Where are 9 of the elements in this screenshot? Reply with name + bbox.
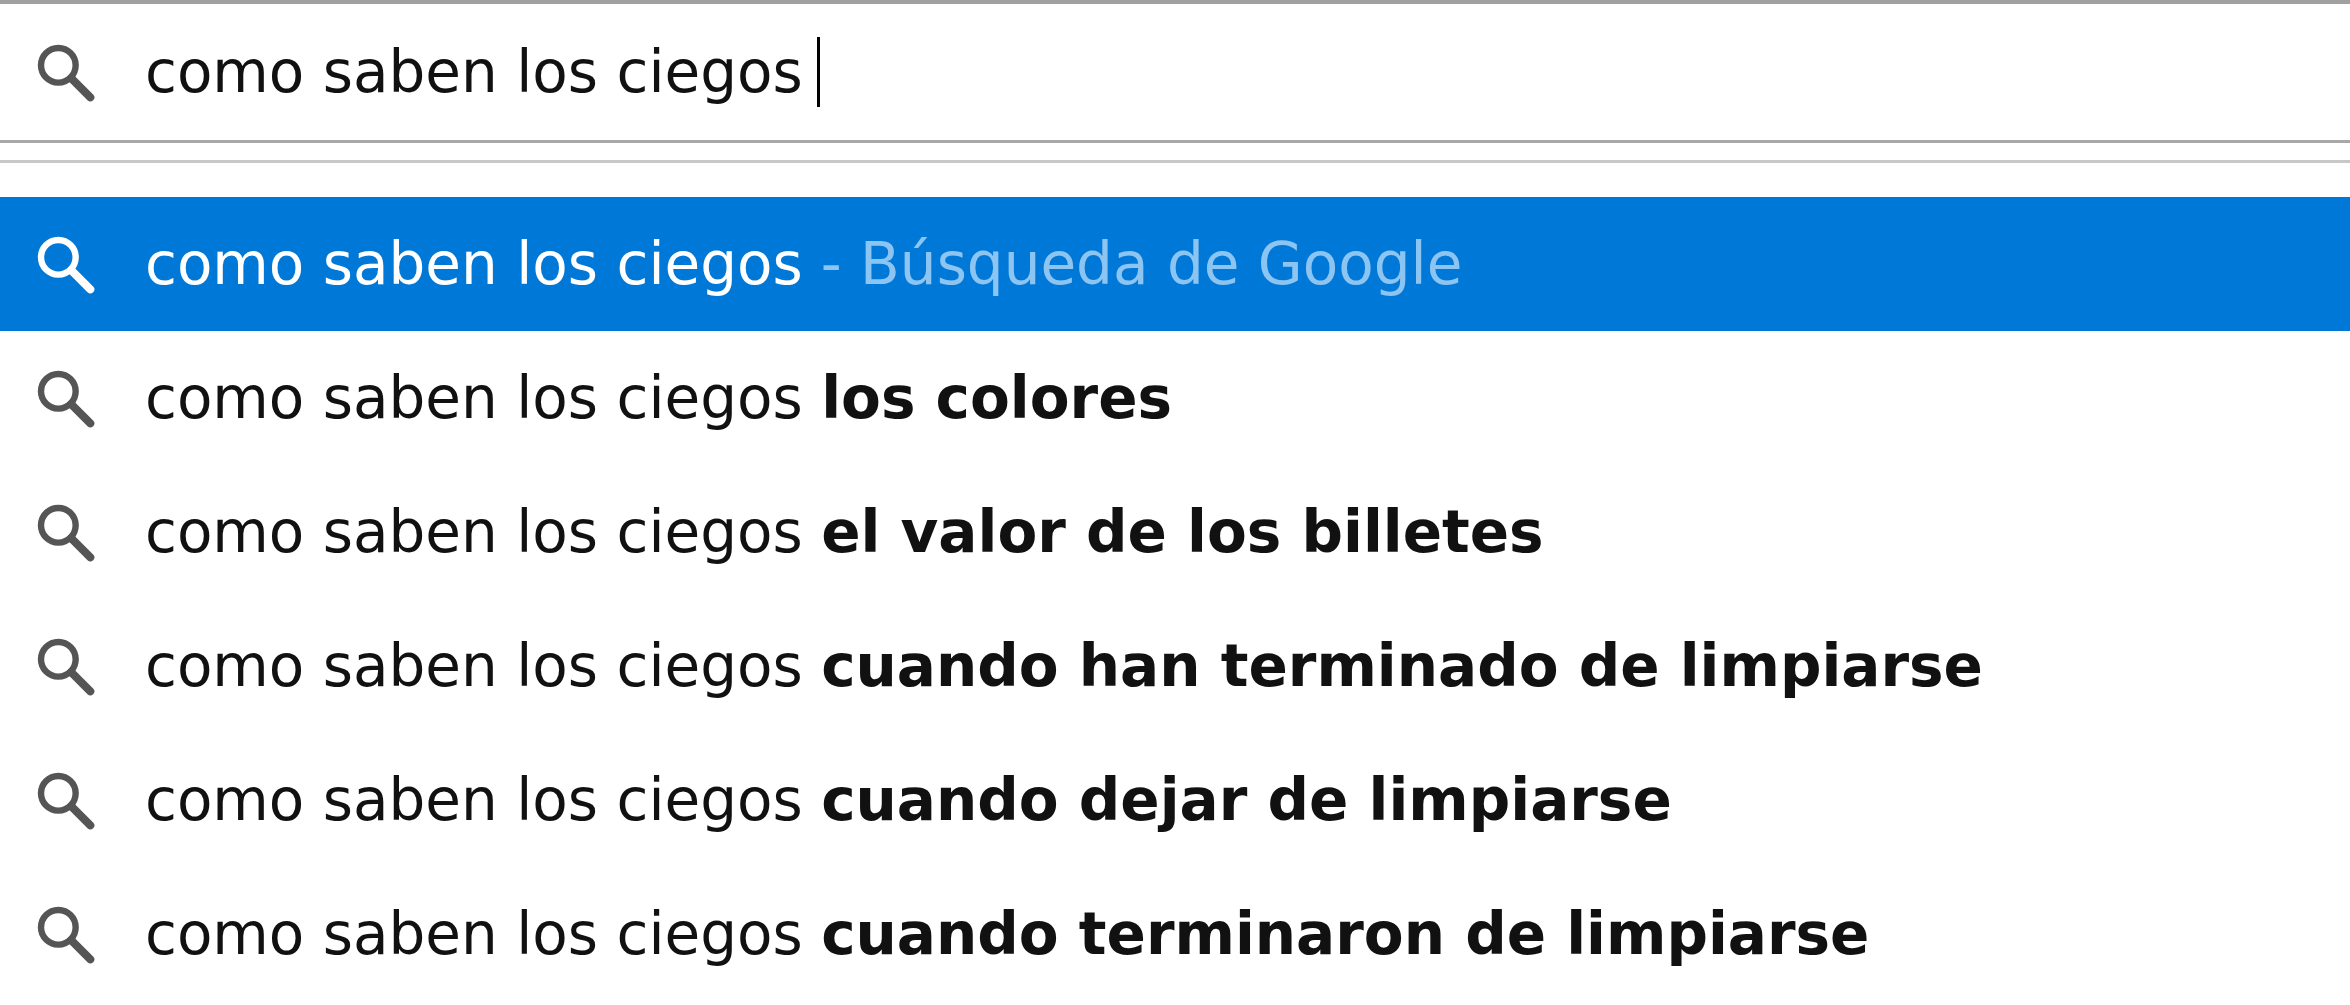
- suggestion-text: como saben los ciegos cuando han terminado de limpiarse: [145, 632, 1983, 700]
- suggestion-text: como saben los ciegos cuando dejar de limpiarse: [145, 766, 1672, 834]
- suggestion-text: como saben los ciegos el valor de los billetes: [145, 498, 1544, 566]
- suggestion-item[interactable]: como saben los ciegos - Búsqueda de Google: [0, 197, 2350, 331]
- suggestion-text: como saben los ciegos cuando terminaron de limpiarse: [145, 900, 1870, 968]
- suggestion-hint: - Búsqueda de Google: [820, 230, 1463, 298]
- suggestion-text: como saben los ciegos los colores: [145, 364, 1173, 432]
- suggestion-text: como saben los ciegos: [145, 230, 803, 298]
- search-field[interactable]: como saben los ciegos: [0, 0, 2350, 143]
